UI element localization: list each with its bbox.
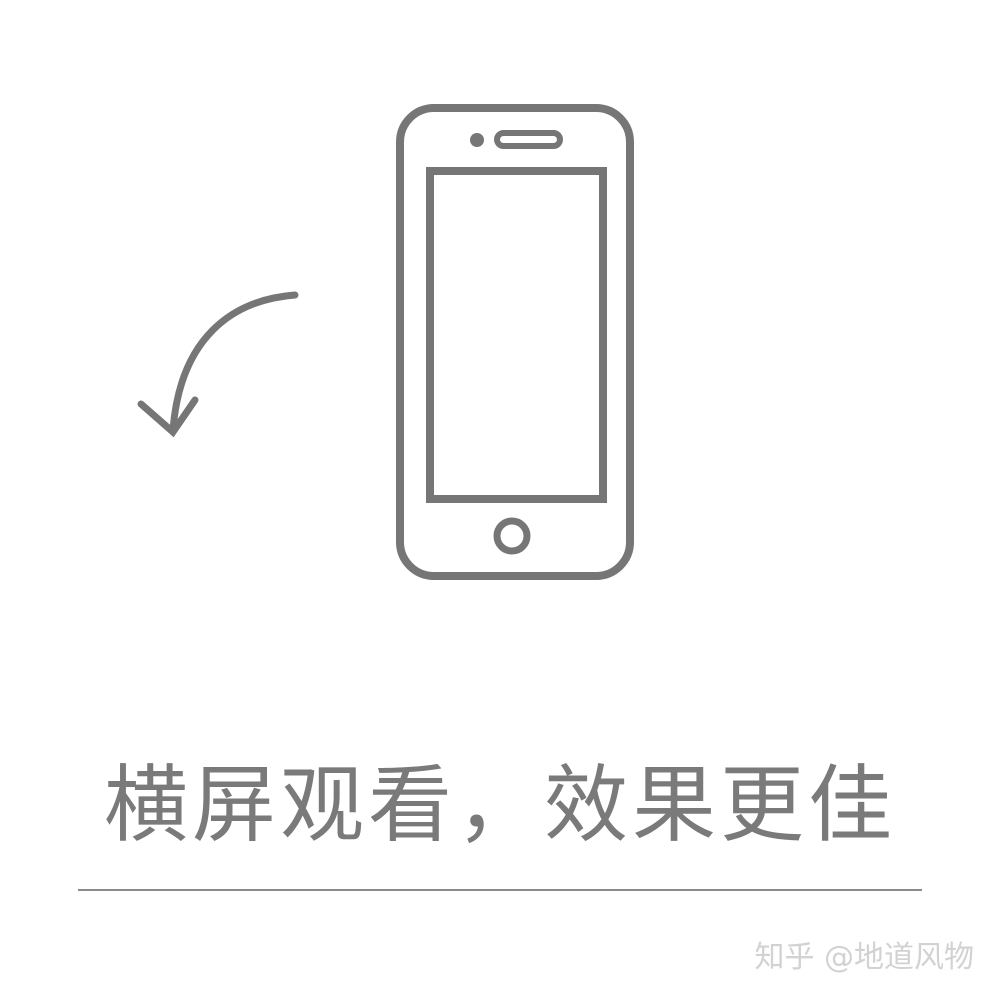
smartphone-outline-icon	[396, 104, 634, 580]
phone-body	[396, 104, 634, 580]
phone-screen	[426, 167, 607, 503]
phone-home-button	[493, 517, 531, 555]
divider-line	[78, 889, 922, 891]
phone-speaker	[494, 130, 563, 149]
rotate-arrow-head	[137, 396, 199, 438]
rotate-illustration	[137, 104, 634, 580]
caption-text: 横屏观看，效果更佳	[103, 756, 896, 854]
rotate-arrow-icon	[137, 291, 299, 438]
phone-camera	[470, 133, 484, 147]
watermark-text: 知乎 @地道风物	[754, 940, 974, 975]
